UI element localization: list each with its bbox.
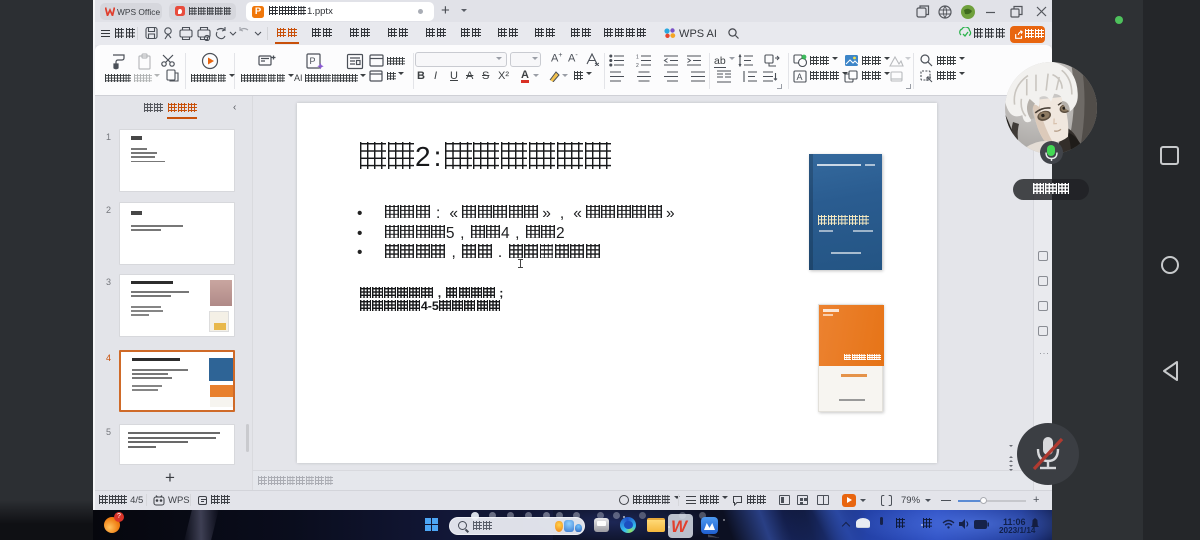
- svg-text:P: P: [310, 56, 316, 66]
- svg-text:1: 1: [636, 55, 639, 61]
- svg-text:A: A: [797, 72, 803, 82]
- svg-text:2: 2: [636, 63, 639, 67]
